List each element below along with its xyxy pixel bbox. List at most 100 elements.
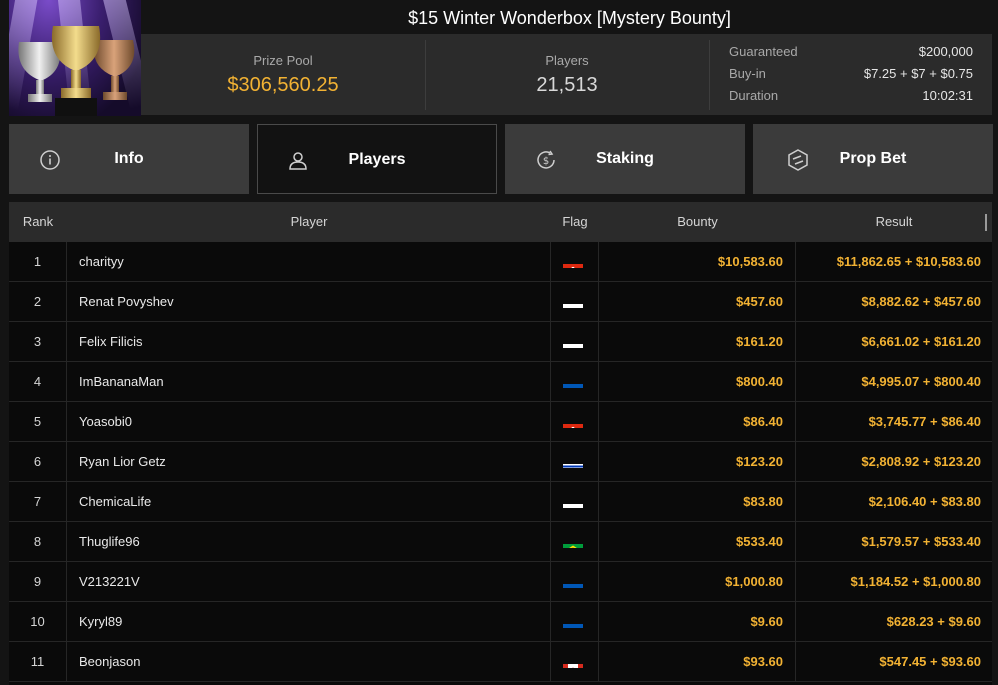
- russia-flag-icon: [563, 494, 583, 508]
- rank-cell: 5: [9, 402, 67, 441]
- players-value: 21,513: [536, 74, 598, 96]
- hong-kong-flag-icon: [563, 414, 583, 428]
- table-row[interactable]: 6 Ryan Lior Getz $123.20 $2,808.92 + $123.2…: [9, 442, 992, 482]
- result-cell: $11,862.65 + $10,583.60: [836, 254, 981, 269]
- bounty-cell: $161.20: [599, 322, 796, 361]
- table-row[interactable]: 5 Yoasobi0 $86.40 $3,745.77 + $86.40: [9, 402, 992, 442]
- result-cell: $547.45 + $93.60: [879, 654, 981, 669]
- buyin-value: $7.25 + $7 + $0.75: [863, 66, 973, 81]
- flag-cell: [551, 442, 599, 481]
- flag-cell: [551, 242, 599, 281]
- bounty-cell: $533.40: [599, 522, 796, 561]
- flag-cell: [551, 402, 599, 441]
- header-rank[interactable]: Rank: [9, 202, 67, 242]
- bounty-cell: $9.60: [599, 602, 796, 641]
- bounty-cell: $93.60: [599, 642, 796, 681]
- result-cell: $1,184.52 + $1,000.80: [850, 574, 981, 589]
- result-cell: $1,579.57 + $533.40: [861, 534, 981, 549]
- flag-cell: [551, 322, 599, 361]
- brazil-flag-icon: [563, 534, 583, 548]
- rank-cell: 9: [9, 562, 67, 601]
- table-row[interactable]: 10 Kyryl89 $9.60 $628.23 + $9.60: [9, 602, 992, 642]
- flag-cell: [551, 642, 599, 681]
- player-name[interactable]: V213221V: [67, 562, 551, 601]
- tournament-meta: Guaranteed $200,000 Buy-in $7.25 + $7 + …: [709, 34, 992, 115]
- table-row[interactable]: 7 ChemicaLife $83.80 $2,106.40 + $83.80: [9, 482, 992, 522]
- flag-cell: [551, 522, 599, 561]
- result-cell: $4,995.07 + $800.40: [861, 374, 981, 389]
- players-table: Rank Player Flag Bounty Result 1 charityy…: [9, 202, 992, 685]
- flag-cell: [551, 362, 599, 401]
- table-row[interactable]: 2 Renat Povyshev $457.60 $8,882.62 + $457.6…: [9, 282, 992, 322]
- rank-cell: 11: [9, 642, 67, 681]
- rank-cell: 10: [9, 602, 67, 641]
- ukraine-flag-icon: [563, 374, 583, 388]
- header-player[interactable]: Player: [67, 202, 551, 242]
- rank-cell: 2: [9, 282, 67, 321]
- flag-cell: [551, 282, 599, 321]
- hong-kong-flag-icon: [563, 254, 583, 268]
- table-row[interactable]: 8 Thuglife96 $533.40 $1,579.57 + $533.40: [9, 522, 992, 562]
- table-row[interactable]: 1 charityy $10,583.60 $11,862.65 + $10,583.…: [9, 242, 992, 282]
- table-row[interactable]: 4 ImBananaMan $800.40 $4,995.07 + $800.40: [9, 362, 992, 402]
- player-name[interactable]: Felix Filicis: [67, 322, 551, 361]
- header-result[interactable]: Result: [796, 202, 992, 242]
- rank-cell: 7: [9, 482, 67, 521]
- player-name[interactable]: ChemicaLife: [67, 482, 551, 521]
- player-name[interactable]: Ryan Lior Getz: [67, 442, 551, 481]
- tab-prop-bet[interactable]: Prop Bet: [753, 124, 993, 194]
- table-row[interactable]: 11 Beonjason $93.60 $547.45 + $93.60: [9, 642, 992, 682]
- player-name[interactable]: Beonjason: [67, 642, 551, 681]
- rank-cell: 8: [9, 522, 67, 561]
- header-bounty[interactable]: Bounty: [599, 202, 796, 242]
- tab-players[interactable]: Players: [257, 124, 497, 194]
- players-stat: Players 21,513: [425, 34, 709, 115]
- tab-prop-bet-label: Prop Bet: [839, 150, 907, 167]
- player-name[interactable]: Renat Povyshev: [67, 282, 551, 321]
- result-cell: $628.23 + $9.60: [886, 614, 981, 629]
- ukraine-flag-icon: [563, 614, 583, 628]
- tournament-thumbnail: [9, 0, 141, 116]
- buyin-row: Buy-in $7.25 + $7 + $0.75: [729, 66, 973, 84]
- flag-cell: [551, 602, 599, 641]
- canada-flag-icon: [563, 654, 583, 668]
- header-flag[interactable]: Flag: [551, 202, 599, 242]
- tournament-title: $15 Winter Wonderbox [Mystery Bounty]: [408, 8, 731, 28]
- guaranteed-value: $200,000: [918, 44, 973, 59]
- bounty-cell: $83.80: [599, 482, 796, 521]
- table-row[interactable]: 3 Felix Filicis $161.20 $6,661.02 + $161.20: [9, 322, 992, 362]
- scrollbar[interactable]: [985, 214, 987, 231]
- result-cell: $2,808.92 + $123.20: [861, 454, 981, 469]
- bounty-cell: $86.40: [599, 402, 796, 441]
- israel-flag-icon: [563, 454, 583, 468]
- player-name[interactable]: charityy: [67, 242, 551, 281]
- guaranteed-row: Guaranteed $200,000: [729, 44, 973, 62]
- bounty-cell: $10,583.60: [599, 242, 796, 281]
- duration-value: 10:02:31: [922, 88, 973, 103]
- tab-info[interactable]: Info: [9, 124, 249, 194]
- rank-cell: 6: [9, 442, 67, 481]
- table-row[interactable]: 9 V213221V $1,000.80 $1,184.52 + $1,000.80: [9, 562, 992, 602]
- rank-cell: 4: [9, 362, 67, 401]
- flag-cell: [551, 562, 599, 601]
- prize-pool-label: Prize Pool: [253, 53, 313, 68]
- player-name[interactable]: ImBananaMan: [67, 362, 551, 401]
- russia-flag-icon: [563, 334, 583, 348]
- player-name[interactable]: Yoasobi0: [67, 402, 551, 441]
- bounty-cell: $457.60: [599, 282, 796, 321]
- tab-staking[interactable]: $ Staking: [505, 124, 745, 194]
- tab-info-label: Info: [114, 150, 144, 167]
- guaranteed-label: Guaranteed: [729, 44, 798, 59]
- player-name[interactable]: Kyryl89: [67, 602, 551, 641]
- trophy-icon: [18, 26, 135, 116]
- result-cell: $3,745.77 + $86.40: [868, 414, 981, 429]
- result-cell: $6,661.02 + $161.20: [861, 334, 981, 349]
- result-cell: $2,106.40 + $83.80: [868, 494, 981, 509]
- player-name[interactable]: Thuglife96: [67, 522, 551, 561]
- result-cell: $8,882.62 + $457.60: [861, 294, 981, 309]
- russia-flag-icon: [563, 294, 583, 308]
- table-header: Rank Player Flag Bounty Result: [9, 202, 992, 242]
- bounty-cell: $123.20: [599, 442, 796, 481]
- prize-pool-value: $306,560.25: [227, 74, 339, 96]
- duration-row: Duration 10:02:31: [729, 88, 973, 106]
